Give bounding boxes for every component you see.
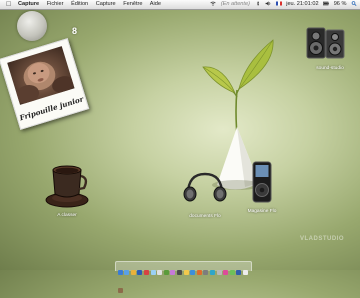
dock-app-icon[interactable] (209, 270, 215, 275)
dock-app-icon[interactable] (203, 270, 209, 275)
menu-capture[interactable]: Capture (96, 1, 116, 7)
dock-app-icon[interactable] (190, 270, 196, 275)
dock-app-icon[interactable] (163, 270, 169, 275)
dock-app-icon[interactable] (229, 270, 235, 275)
speakers-label[interactable]: sound-studio (312, 66, 348, 71)
spotlight-icon[interactable] (351, 0, 357, 7)
coffee-label[interactable]: A classer (50, 213, 84, 218)
vladstudio-watermark: VLADSTUDIO (300, 236, 344, 242)
ipod-icon (252, 161, 272, 203)
menu-extras: (En attente) jeu. 21:01:02 96 % (207, 0, 357, 9)
ipod-label[interactable]: Magasine Flo (244, 209, 280, 214)
menu-fenetre[interactable]: Fenêtre (123, 1, 142, 7)
headphones-icon (183, 172, 227, 202)
status-text[interactable]: (En attente) (221, 1, 250, 7)
moon-icon[interactable] (17, 11, 47, 41)
dock-app-icon[interactable] (223, 270, 229, 275)
dock-app-icon[interactable] (183, 270, 189, 275)
menu-list: Capture Fichier Édition Capture Fenêtre … (18, 0, 167, 9)
menu-aide[interactable]: Aide (150, 1, 161, 7)
menu-edition[interactable]: Édition (71, 1, 88, 7)
baby-photo (7, 46, 75, 105)
dock-app-icon[interactable] (236, 270, 242, 275)
dock-app-icon[interactable] (150, 270, 156, 275)
volume-icon[interactable] (265, 0, 273, 7)
dock-app-icon[interactable] (242, 270, 248, 275)
dock-app-icon[interactable] (170, 270, 176, 275)
dock-app-icon[interactable] (157, 270, 163, 275)
menu-fichier[interactable]: Fichier (47, 1, 64, 7)
flag-icon[interactable] (275, 1, 284, 7)
dock-app-icon[interactable] (176, 270, 182, 275)
battery-icon[interactable] (323, 1, 331, 7)
bluetooth-icon[interactable] (255, 0, 263, 7)
coffee-desktop-icon[interactable] (44, 162, 90, 215)
dock-app-icon[interactable] (124, 270, 130, 275)
dock-app-icon[interactable] (130, 270, 136, 275)
dock-app-icon[interactable] (117, 270, 123, 275)
counter-value: 8 (72, 26, 78, 36)
dock-app-icon[interactable] (196, 270, 202, 275)
speakers-desktop-icon[interactable] (306, 26, 346, 67)
wireless-icon[interactable] (210, 1, 218, 7)
dock-app-icon[interactable] (117, 288, 123, 293)
dock-app-icon[interactable] (137, 270, 143, 275)
dock-app-icon[interactable] (216, 270, 222, 275)
apple-logo-icon[interactable]:  (6, 0, 11, 9)
menu-app-capture[interactable]: Capture (18, 1, 39, 7)
headphones-label[interactable]: documents Flo (184, 214, 226, 219)
coffee-cup-icon (45, 165, 89, 208)
dock-app-icon[interactable] (143, 270, 149, 275)
headphones-desktop-icon[interactable] (182, 172, 228, 207)
clock[interactable]: jeu. 21:01:02 (286, 1, 318, 7)
ipod-desktop-icon[interactable] (252, 161, 272, 208)
battery-percent[interactable]: 96 % (334, 1, 347, 7)
photo-widget[interactable]: Fripouille junior (0, 38, 90, 130)
speakers-icon (306, 27, 345, 59)
menu-bar:  Capture Fichier Édition Capture Fenêtr… (0, 0, 360, 10)
